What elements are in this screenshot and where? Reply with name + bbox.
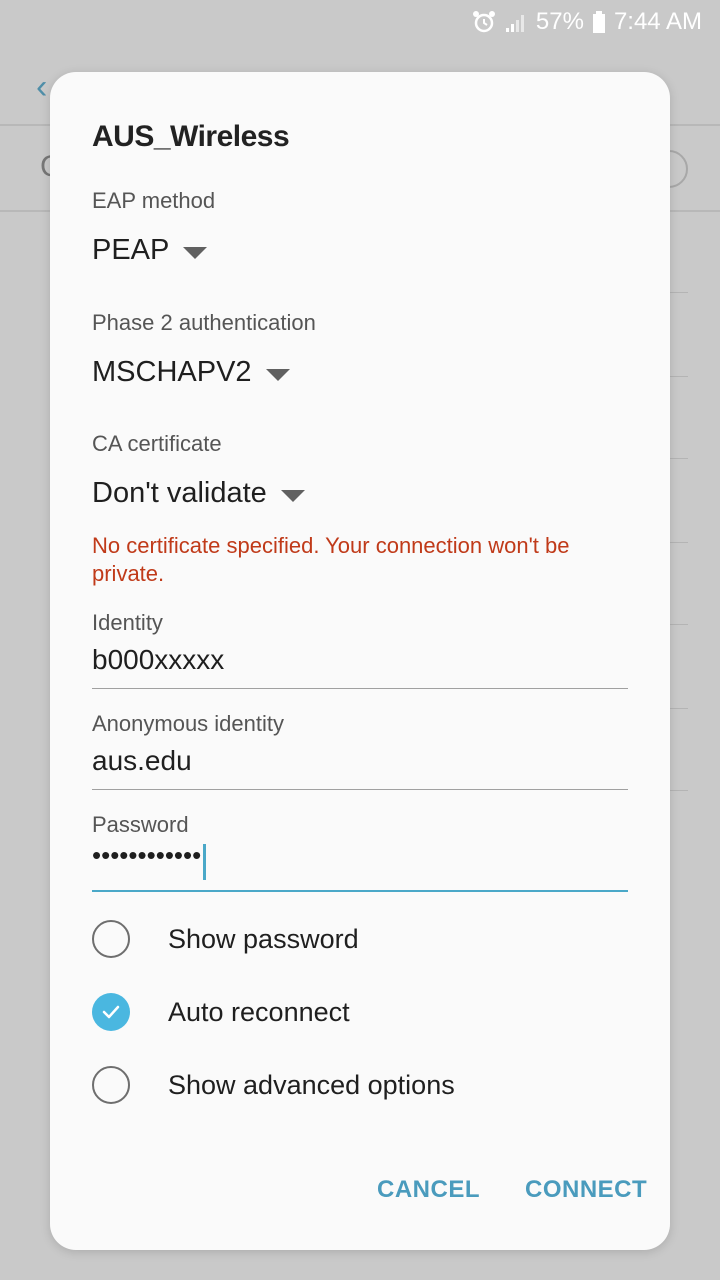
anonymous-identity-input[interactable]: aus.edu (92, 745, 192, 777)
dropdown-arrow-icon (265, 368, 290, 381)
identity-label: Identity (92, 610, 163, 635)
show-password-option[interactable]: Show password (92, 914, 612, 964)
dropdown-arrow-icon (183, 246, 208, 259)
identity-input[interactable]: b000xxxxx (92, 644, 224, 676)
show-password-checkbox[interactable] (92, 920, 130, 958)
cancel-button[interactable]: CANCEL (377, 1176, 480, 1204)
battery-icon (592, 10, 606, 34)
phase2-value: MSCHAPV2 (92, 356, 252, 388)
password-input[interactable]: •••••••••••• (92, 840, 201, 871)
checkmark-icon (102, 1005, 120, 1019)
phase2-dropdown[interactable]: MSCHAPV2 (92, 356, 290, 389)
password-label: Password (92, 812, 189, 837)
ca-certificate-value: Don't validate (92, 477, 267, 509)
auto-reconnect-checkbox[interactable] (92, 993, 130, 1031)
alarm-icon (472, 10, 496, 34)
eap-method-dropdown[interactable]: PEAP (92, 234, 208, 267)
certificate-warning: No certificate specified. Your connectio… (92, 533, 570, 586)
connect-button[interactable]: CONNECT (525, 1176, 647, 1204)
ca-certificate-dropdown[interactable]: Don't validate (92, 477, 305, 510)
status-icons: 57% 7:44 AM (472, 8, 702, 36)
password-underline (92, 890, 628, 892)
eap-method-value: PEAP (92, 234, 170, 266)
show-advanced-checkbox[interactable] (92, 1066, 130, 1104)
show-advanced-option[interactable]: Show advanced options (92, 1060, 612, 1110)
dropdown-arrow-icon (280, 489, 305, 502)
ca-certificate-label: CA certificate (92, 431, 222, 456)
back-arrow-icon: ‹ (36, 68, 48, 106)
show-password-label: Show password (168, 923, 359, 954)
battery-percent: 57% (535, 8, 584, 35)
phase2-label: Phase 2 authentication (92, 310, 316, 335)
signal-icon (504, 10, 528, 34)
anonymous-identity-underline (92, 789, 628, 790)
dialog-title: AUS_Wireless (92, 120, 290, 153)
wifi-connect-dialog: AUS_Wireless EAP method PEAP Phase 2 aut… (50, 72, 670, 1250)
show-advanced-label: Show advanced options (168, 1069, 455, 1100)
eap-method-label: EAP method (92, 188, 216, 213)
clock: 7:44 AM (613, 8, 702, 35)
text-cursor (203, 844, 206, 880)
status-bar: 57% 7:44 AM (0, 0, 720, 42)
auto-reconnect-option[interactable]: Auto reconnect (92, 987, 612, 1037)
identity-underline (92, 688, 628, 689)
auto-reconnect-label: Auto reconnect (168, 996, 350, 1027)
anonymous-identity-label: Anonymous identity (92, 711, 284, 736)
